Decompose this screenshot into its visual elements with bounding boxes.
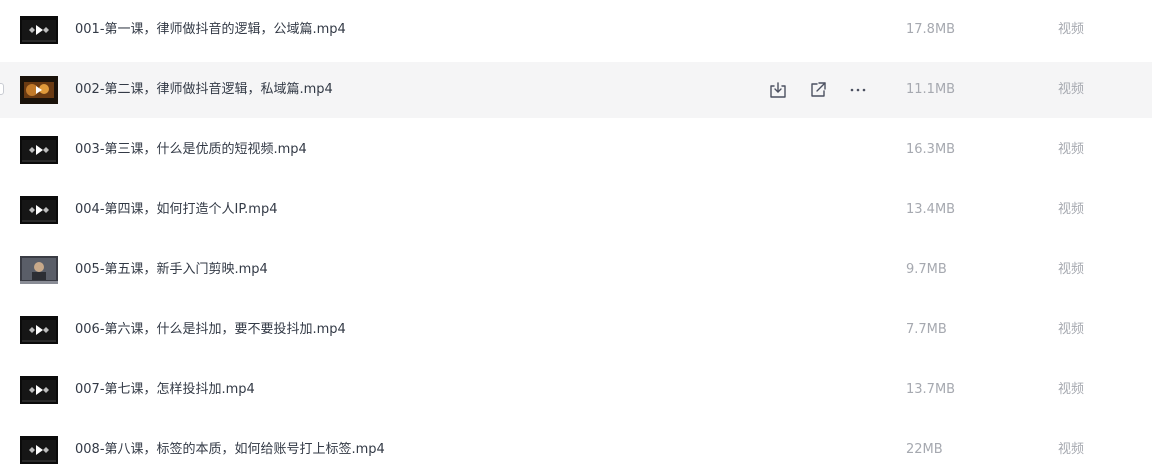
- file-type: 视频: [1058, 442, 1085, 457]
- file-row[interactable]: 006-第六课，什么是抖加，要不要投抖加.mp4 7.7MB 视频: [0, 302, 1152, 358]
- file-type: 视频: [1058, 382, 1085, 397]
- file-name[interactable]: 005-第五课，新手入门剪映.mp4: [75, 242, 268, 298]
- file-size: 13.7MB: [906, 382, 956, 397]
- video-thumbnail-dark[interactable]: [20, 376, 58, 404]
- file-name[interactable]: 008-第八课，标签的本质，如何给账号打上标签.mp4: [75, 422, 385, 474]
- file-type: 视频: [1058, 82, 1085, 97]
- file-size: 7.7MB: [906, 322, 947, 337]
- file-size: 16.3MB: [906, 142, 956, 157]
- file-type: 视频: [1058, 322, 1085, 337]
- file-row[interactable]: 001-第一课，律师做抖音的逻辑，公域篇.mp4 17.8MB 视频: [0, 2, 1152, 58]
- file-name[interactable]: 004-第四课，如何打造个人IP.mp4: [75, 182, 277, 238]
- file-list: 001-第一课，律师做抖音的逻辑，公域篇.mp4 17.8MB 视频 002-第二课，…: [0, 0, 1152, 474]
- more-icon[interactable]: [848, 80, 868, 100]
- file-name[interactable]: 003-第三课，什么是优质的短视频.mp4: [75, 122, 307, 178]
- video-thumbnail-dark[interactable]: [20, 436, 58, 464]
- file-size: 11.1MB: [906, 82, 956, 97]
- file-name[interactable]: 002-第二课，律师做抖音逻辑，私域篇.mp4: [75, 62, 333, 118]
- file-type: 视频: [1058, 142, 1085, 157]
- video-thumbnail-dark[interactable]: [20, 196, 58, 224]
- video-thumbnail-dark[interactable]: [20, 316, 58, 344]
- row-checkbox[interactable]: [0, 83, 4, 95]
- file-type: 视频: [1058, 202, 1085, 217]
- video-thumbnail-dark[interactable]: [20, 16, 58, 44]
- video-thumbnail-orange[interactable]: [20, 76, 58, 104]
- file-row[interactable]: 003-第三课，什么是优质的短视频.mp4 16.3MB 视频: [0, 122, 1152, 178]
- file-row[interactable]: 007-第七课，怎样投抖加.mp4 13.7MB 视频: [0, 362, 1152, 418]
- video-thumbnail-photo[interactable]: [20, 256, 58, 284]
- file-row[interactable]: 008-第八课，标签的本质，如何给账号打上标签.mp4 22MB 视频: [0, 422, 1152, 474]
- file-size: 22MB: [906, 442, 943, 457]
- file-name[interactable]: 006-第六课，什么是抖加，要不要投抖加.mp4: [75, 302, 346, 358]
- file-row[interactable]: 005-第五课，新手入门剪映.mp4 9.7MB 视频: [0, 242, 1152, 298]
- download-icon[interactable]: [768, 80, 788, 100]
- file-size: 17.8MB: [906, 22, 956, 37]
- file-size: 13.4MB: [906, 202, 956, 217]
- file-size: 9.7MB: [906, 262, 947, 277]
- file-name[interactable]: 007-第七课，怎样投抖加.mp4: [75, 362, 255, 418]
- share-icon[interactable]: [808, 80, 828, 100]
- file-type: 视频: [1058, 22, 1085, 37]
- video-thumbnail-dark[interactable]: [20, 136, 58, 164]
- file-name[interactable]: 001-第一课，律师做抖音的逻辑，公域篇.mp4: [75, 2, 346, 58]
- file-type: 视频: [1058, 262, 1085, 277]
- file-row[interactable]: 002-第二课，律师做抖音逻辑，私域篇.mp4 11.1MB 视频: [0, 62, 1152, 118]
- file-row[interactable]: 004-第四课，如何打造个人IP.mp4 13.4MB 视频: [0, 182, 1152, 238]
